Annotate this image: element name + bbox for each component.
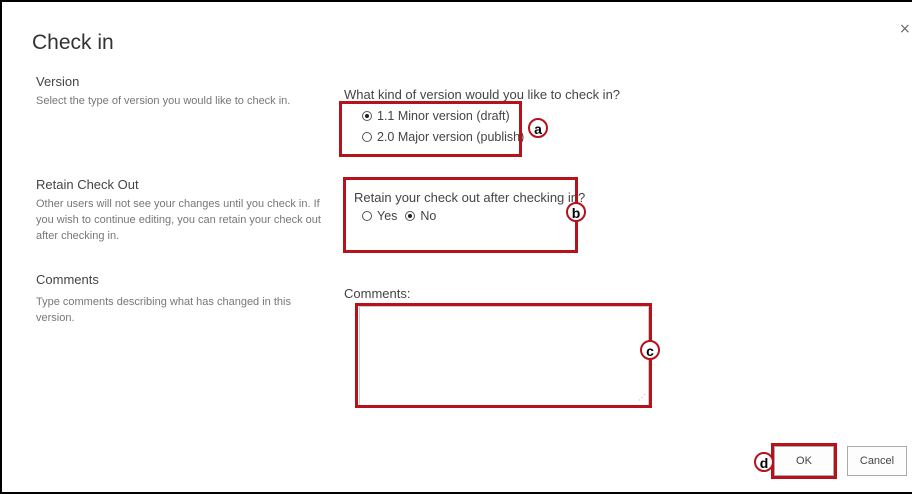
- retain-highlight-box: [343, 177, 578, 253]
- comments-section-description: Type comments describing what has change…: [36, 296, 291, 324]
- retain-section-title: Retain Check Out: [36, 177, 139, 192]
- callout-badge-a: a: [528, 118, 548, 138]
- version-question: What kind of version would you like to c…: [344, 87, 621, 102]
- comments-section-title: Comments: [36, 272, 99, 287]
- callout-badge-b: b: [566, 202, 586, 222]
- close-icon[interactable]: ×: [899, 22, 911, 36]
- callout-badge-d: d: [754, 452, 774, 472]
- version-section-description: Select the type of version you would lik…: [36, 95, 291, 107]
- ok-highlight-box: [771, 443, 837, 479]
- cancel-button[interactable]: Cancel: [847, 446, 907, 476]
- retain-section-description: Other users will not see your changes un…: [36, 198, 321, 242]
- dialog-title: Check in: [32, 31, 114, 54]
- version-highlight-box: [339, 101, 522, 157]
- callout-badge-c: c: [640, 340, 660, 360]
- comments-highlight-box: [355, 303, 652, 408]
- version-section-title: Version: [36, 74, 80, 89]
- comments-label: Comments:: [344, 286, 411, 301]
